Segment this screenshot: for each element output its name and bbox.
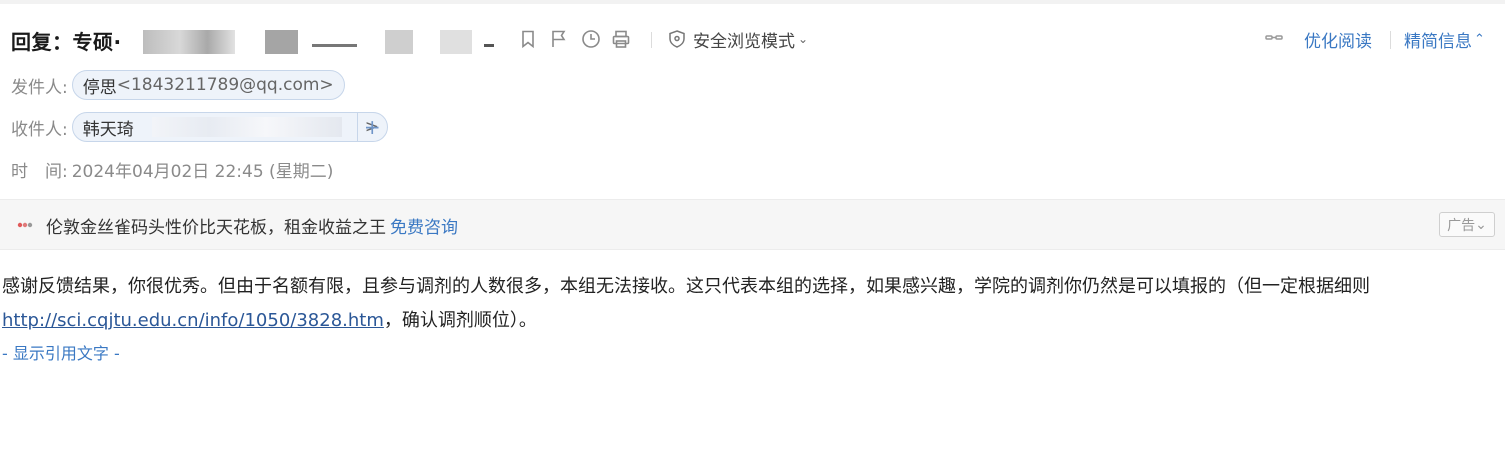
time-row: 时 间: 2024年04月02日 22:45 (星期二) bbox=[11, 154, 333, 184]
ad-headline: 伦敦金丝雀码头性价比天花板，租金收益之王 bbox=[46, 218, 386, 238]
redacted-subject bbox=[385, 30, 413, 54]
sender-chip[interactable]: 停思 <1843211789@qq.com> bbox=[71, 70, 345, 100]
bookmark-icon[interactable] bbox=[517, 28, 539, 50]
top-border bbox=[0, 0, 1505, 4]
mail-subject: 回复：专硕· bbox=[11, 30, 122, 54]
safe-mode-label: 安全浏览模式 bbox=[693, 31, 795, 52]
to-row: 收件人: 韩天琦 > + bbox=[11, 112, 388, 142]
redacted-subject bbox=[440, 30, 472, 54]
ad-logo-icon bbox=[17, 222, 33, 228]
body-text: 感谢反馈结果，你很优秀。但由于名额有限，且参与调剂的人数很多，本组无法接收。这只… bbox=[2, 276, 1370, 297]
print-icon[interactable] bbox=[610, 28, 632, 50]
ad-text[interactable]: 伦敦金丝雀码头性价比天花板，租金收益之王 免费咨询 bbox=[46, 213, 458, 238]
chevron-down-icon: ⌄ bbox=[798, 32, 809, 46]
ad-banner: 伦敦金丝雀码头性价比天花板，租金收益之王 免费咨询 广告 ⌄ bbox=[0, 199, 1505, 250]
ad-badge[interactable]: 广告 ⌄ bbox=[1439, 212, 1495, 237]
add-recipient-button[interactable]: + bbox=[356, 112, 387, 142]
sender-name: 停思 bbox=[82, 77, 117, 98]
shield-icon bbox=[669, 30, 685, 48]
ad-badge-label: 广告 bbox=[1447, 217, 1476, 234]
recipient-name: 韩天琦 bbox=[82, 119, 134, 140]
header-divider bbox=[1390, 31, 1391, 49]
recipient-chip[interactable]: 韩天琦 > + bbox=[71, 112, 388, 142]
sent-time: 2024年04月02日 22:45 (星期二) bbox=[71, 161, 334, 182]
sender-email: <1843211789@qq.com> bbox=[116, 75, 334, 95]
redacted-subject bbox=[143, 30, 235, 54]
body-text-end: ，确认调剂顺位）。 bbox=[383, 310, 537, 331]
time-label: 时 间: bbox=[11, 161, 68, 182]
to-label: 收件人: bbox=[11, 119, 68, 140]
flag-icon[interactable] bbox=[548, 28, 570, 50]
ad-link[interactable]: 免费咨询 bbox=[390, 218, 458, 238]
safe-mode-dropdown[interactable]: 安全浏览模式 ⌄ bbox=[667, 27, 809, 52]
simple-info-toggle[interactable]: 精简信息 ⌃ bbox=[1404, 27, 1485, 52]
glasses-icon[interactable] bbox=[1265, 34, 1283, 44]
mail-body: 感谢反馈结果，你很优秀。但由于名额有限，且参与调剂的人数很多，本组无法接收。这只… bbox=[2, 270, 1492, 338]
simple-info-label: 精简信息 bbox=[1404, 32, 1472, 52]
clock-icon[interactable] bbox=[580, 28, 602, 50]
from-row: 发件人: 停思 <1843211789@qq.com> bbox=[11, 70, 345, 100]
from-label: 发件人: bbox=[11, 77, 68, 98]
chevron-down-icon: ⌄ bbox=[1475, 216, 1487, 233]
double-chevron-up-icon: ⌃ bbox=[1474, 32, 1485, 47]
subject-row: 回复：专硕· 安全浏览模式 ⌄ 优化阅读 精简信息 ⌃ bbox=[0, 22, 1505, 58]
show-quote-button[interactable]: - 显示引用文字 - bbox=[2, 340, 120, 364]
toolbar-divider bbox=[651, 32, 652, 48]
redacted-recipient bbox=[151, 117, 342, 137]
optimize-read-button[interactable]: 优化阅读 bbox=[1304, 27, 1372, 52]
redacted-subject bbox=[484, 44, 494, 47]
redacted-subject bbox=[265, 30, 298, 54]
body-link[interactable]: http://sci.cqjtu.edu.cn/info/1050/3828.h… bbox=[2, 310, 384, 331]
redacted-subject bbox=[312, 44, 357, 47]
